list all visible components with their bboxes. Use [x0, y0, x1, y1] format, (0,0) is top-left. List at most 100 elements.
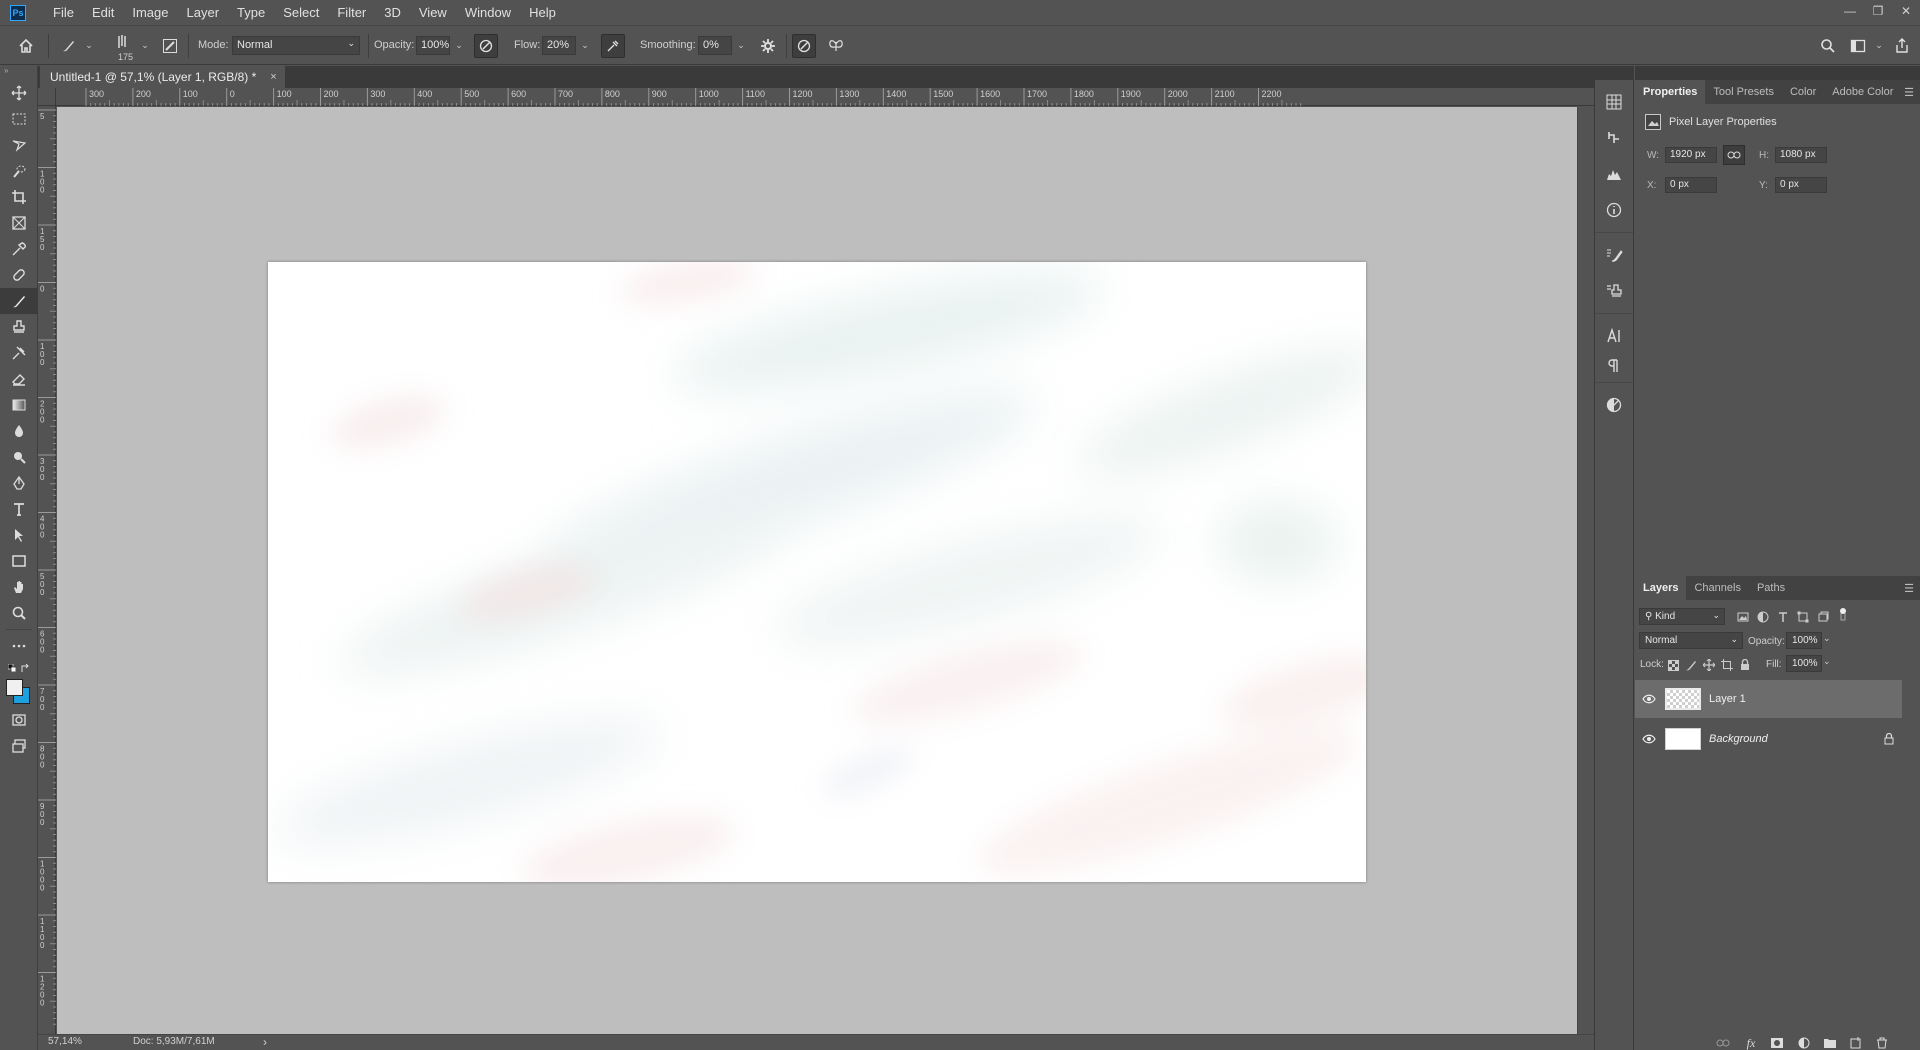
status-menu-arrow-icon[interactable]: › — [263, 1035, 267, 1049]
x-input[interactable]: 0 px — [1665, 177, 1717, 193]
smoothing-settings-gear-icon[interactable] — [756, 34, 780, 58]
more-tools-icon[interactable] — [0, 633, 38, 659]
menu-layer[interactable]: Layer — [178, 0, 229, 25]
opacity-dropdown-icon[interactable]: ⌄ — [452, 36, 466, 55]
swap-colors-icon[interactable] — [21, 663, 30, 673]
default-colors-icon[interactable] — [8, 664, 16, 672]
menu-window[interactable]: Window — [456, 0, 520, 25]
height-input[interactable]: 1080 px — [1775, 147, 1827, 163]
brush-tip-icon[interactable] — [110, 30, 134, 54]
layers-panel-menu-icon[interactable]: ☰ — [1904, 582, 1914, 595]
search-icon[interactable] — [1816, 34, 1840, 58]
histogram-panel-icon[interactable] — [1595, 156, 1633, 192]
pressure-opacity-icon[interactable] — [474, 34, 498, 58]
brush-tool-icon[interactable] — [0, 288, 38, 314]
link-layers-icon[interactable] — [1714, 1037, 1732, 1049]
minimize-button[interactable]: — — [1836, 0, 1864, 22]
ruler-origin[interactable] — [38, 88, 56, 106]
frame-tool-icon[interactable] — [0, 210, 38, 236]
lock-image-pixels-icon[interactable] — [1683, 657, 1699, 673]
new-adjustment-layer-icon[interactable] — [1795, 1037, 1813, 1049]
move-tool-icon[interactable] — [0, 80, 38, 106]
character-panel-icon[interactable] — [1595, 318, 1633, 354]
crop-tool-icon[interactable] — [0, 184, 38, 210]
close-window-button[interactable]: ✕ — [1892, 0, 1920, 22]
zoom-tool-icon[interactable] — [0, 600, 38, 626]
filter-type-icon[interactable] — [1775, 609, 1791, 625]
layer-opacity-dropdown-icon[interactable]: ⌄ — [1823, 633, 1831, 644]
foreground-color-swatch[interactable] — [6, 679, 23, 696]
swatches-panel-icon[interactable] — [1595, 84, 1633, 120]
pressure-size-icon[interactable] — [792, 34, 816, 58]
brush-preset-dropdown-icon[interactable]: ⌄ — [82, 36, 96, 55]
brush-preset-icon[interactable] — [56, 34, 80, 58]
background-layer-name[interactable]: Background — [1709, 733, 1768, 745]
width-input[interactable]: 1920 px — [1665, 147, 1717, 163]
menu-filter[interactable]: Filter — [328, 0, 375, 25]
canvas-pasteboard[interactable] — [57, 107, 1577, 1034]
panel-collapse-bar[interactable] — [1635, 66, 1920, 80]
quick-selection-tool-icon[interactable] — [0, 158, 38, 184]
menu-view[interactable]: View — [410, 0, 456, 25]
tab-layers[interactable]: Layers — [1635, 576, 1687, 600]
history-brush-tool-icon[interactable] — [0, 340, 38, 366]
zoom-level[interactable]: 57,14% — [48, 1036, 82, 1047]
filter-adjustment-icon[interactable] — [1755, 609, 1771, 625]
fill-dropdown-icon[interactable]: ⌄ — [1823, 656, 1831, 667]
layer-row-layer-1[interactable]: Layer 1 — [1635, 680, 1902, 718]
screen-mode-icon[interactable] — [0, 733, 38, 759]
lock-artboard-icon[interactable] — [1719, 657, 1735, 673]
filter-smart-object-icon[interactable] — [1815, 609, 1831, 625]
type-tool-icon[interactable] — [0, 496, 38, 522]
eraser-tool-icon[interactable] — [0, 366, 38, 392]
workspace-icon[interactable] — [1846, 34, 1870, 58]
visibility-eye-icon[interactable] — [1635, 734, 1663, 744]
history-panel-icon[interactable] — [1595, 120, 1633, 156]
tab-adobe-color[interactable]: Adobe Color — [1824, 80, 1901, 104]
opacity-input[interactable]: 100% — [416, 36, 450, 55]
layer-opacity-input[interactable]: 100% — [1786, 632, 1822, 649]
filter-pixel-icon[interactable] — [1735, 609, 1751, 625]
tab-color[interactable]: Color — [1782, 80, 1824, 104]
gradient-tool-icon[interactable] — [0, 392, 38, 418]
healing-brush-tool-icon[interactable] — [0, 262, 38, 288]
strip-collapse-bar[interactable] — [1595, 66, 1633, 80]
blend-mode-select[interactable]: Normal ⌄ — [1639, 632, 1743, 649]
adjustments-panel-icon[interactable] — [1595, 387, 1633, 423]
tab-tool-presets[interactable]: Tool Presets — [1705, 80, 1782, 104]
paragraph-panel-icon[interactable] — [1595, 354, 1633, 378]
rectangle-tool-icon[interactable] — [0, 548, 38, 574]
fill-input[interactable]: 100% — [1786, 655, 1822, 672]
tab-paths[interactable]: Paths — [1749, 576, 1793, 600]
symmetry-butterfly-icon[interactable] — [824, 34, 848, 58]
filter-toggle-icon[interactable] — [1835, 606, 1851, 622]
panel-menu-icon[interactable]: ☰ — [1904, 86, 1914, 99]
airbrush-icon[interactable] — [601, 34, 625, 58]
brush-size-dropdown-icon[interactable]: ⌄ — [138, 36, 152, 55]
restore-button[interactable]: ❐ — [1864, 0, 1892, 22]
menu-file[interactable]: File — [44, 0, 83, 25]
clone-source-icon[interactable] — [1595, 273, 1633, 309]
smoothing-dropdown-icon[interactable]: ⌄ — [734, 36, 748, 55]
info-panel-icon[interactable] — [1595, 192, 1633, 228]
visibility-eye-icon[interactable] — [1635, 694, 1663, 704]
document-canvas[interactable] — [268, 262, 1366, 882]
share-icon[interactable] — [1890, 34, 1914, 58]
dodge-tool-icon[interactable] — [0, 444, 38, 470]
workspace-dropdown-icon[interactable]: ⌄ — [1872, 36, 1886, 55]
blur-tool-icon[interactable] — [0, 418, 38, 444]
layer-filter-select[interactable]: ⚲ Kind ⌄ — [1639, 608, 1725, 625]
filter-shape-icon[interactable] — [1795, 609, 1811, 625]
path-selection-tool-icon[interactable] — [0, 522, 38, 548]
flow-dropdown-icon[interactable]: ⌄ — [578, 36, 592, 55]
marquee-tool-icon[interactable] — [0, 106, 38, 132]
layer-style-fx-icon[interactable]: fx — [1742, 1036, 1760, 1050]
add-mask-icon[interactable] — [1768, 1037, 1786, 1049]
tab-properties[interactable]: Properties — [1635, 80, 1706, 104]
quick-mask-icon[interactable] — [0, 707, 38, 733]
lock-transparent-pixels-icon[interactable] — [1665, 657, 1681, 673]
brush-settings-panel-icon[interactable] — [158, 34, 182, 58]
layer-1-name[interactable]: Layer 1 — [1709, 693, 1746, 705]
link-dimensions-icon[interactable] — [1723, 145, 1745, 165]
tab-channels[interactable]: Channels — [1686, 576, 1748, 600]
